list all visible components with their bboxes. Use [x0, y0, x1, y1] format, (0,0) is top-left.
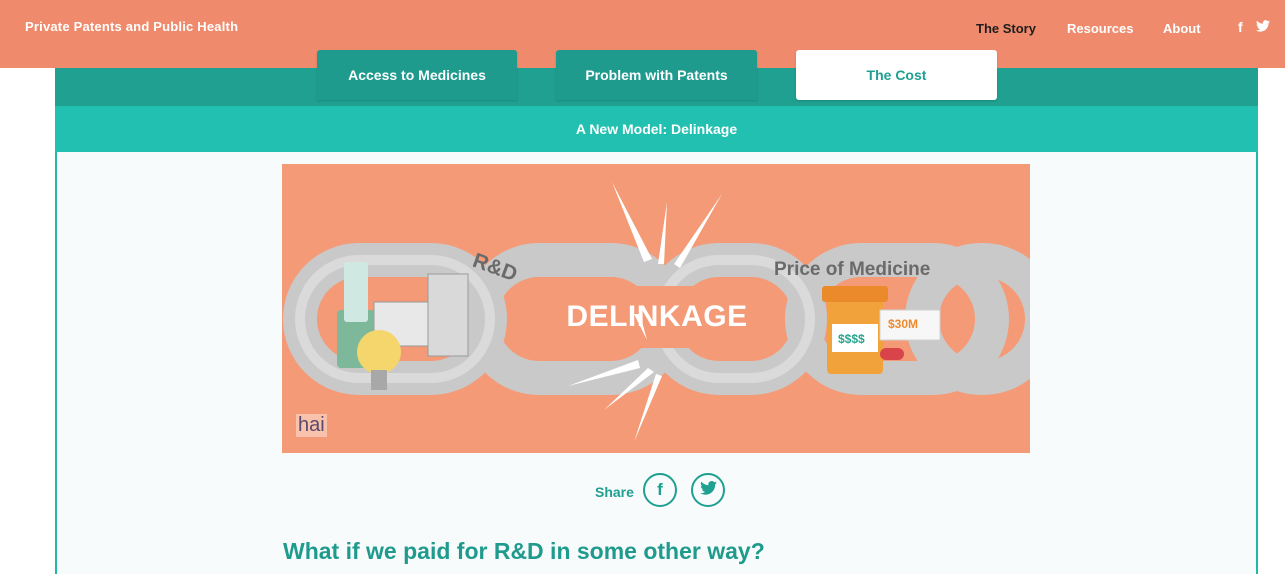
facebook-icon: f — [657, 480, 663, 499]
hero-delinkage-text: DELINKAGE — [566, 300, 748, 333]
hero-price-label: Price of Medicine — [774, 259, 931, 280]
share-twitter-button[interactable] — [691, 473, 725, 507]
tab-problem-with-patents[interactable]: Problem with Patents — [556, 50, 757, 100]
share-facebook-button[interactable]: f — [643, 473, 677, 507]
hero-illustration: DELINKAGE R&D Price of Medicine $30M $$$… — [282, 164, 1030, 453]
nav-the-story[interactable]: The Story — [976, 21, 1036, 36]
nav-resources[interactable]: Resources — [1067, 21, 1133, 36]
subtab-delinkage[interactable]: A New Model: Delinkage — [55, 106, 1258, 152]
tab-access-to-medicines[interactable]: Access to Medicines — [317, 50, 517, 100]
hai-logo: hai — [296, 414, 327, 437]
tab-the-cost[interactable]: The Cost — [796, 50, 997, 100]
share-label: Share — [595, 484, 634, 500]
facebook-icon[interactable]: f — [1238, 19, 1243, 35]
nav-about[interactable]: About — [1163, 21, 1201, 36]
site-title[interactable]: Private Patents and Public Health — [25, 19, 238, 34]
twitter-icon[interactable] — [1256, 19, 1270, 35]
hero-bottle-text: $$$$ — [838, 332, 865, 346]
twitter-icon — [699, 480, 717, 500]
article-heading: What if we paid for R&D in some other wa… — [283, 538, 765, 564]
hero-price-tag: $30M — [888, 317, 919, 331]
